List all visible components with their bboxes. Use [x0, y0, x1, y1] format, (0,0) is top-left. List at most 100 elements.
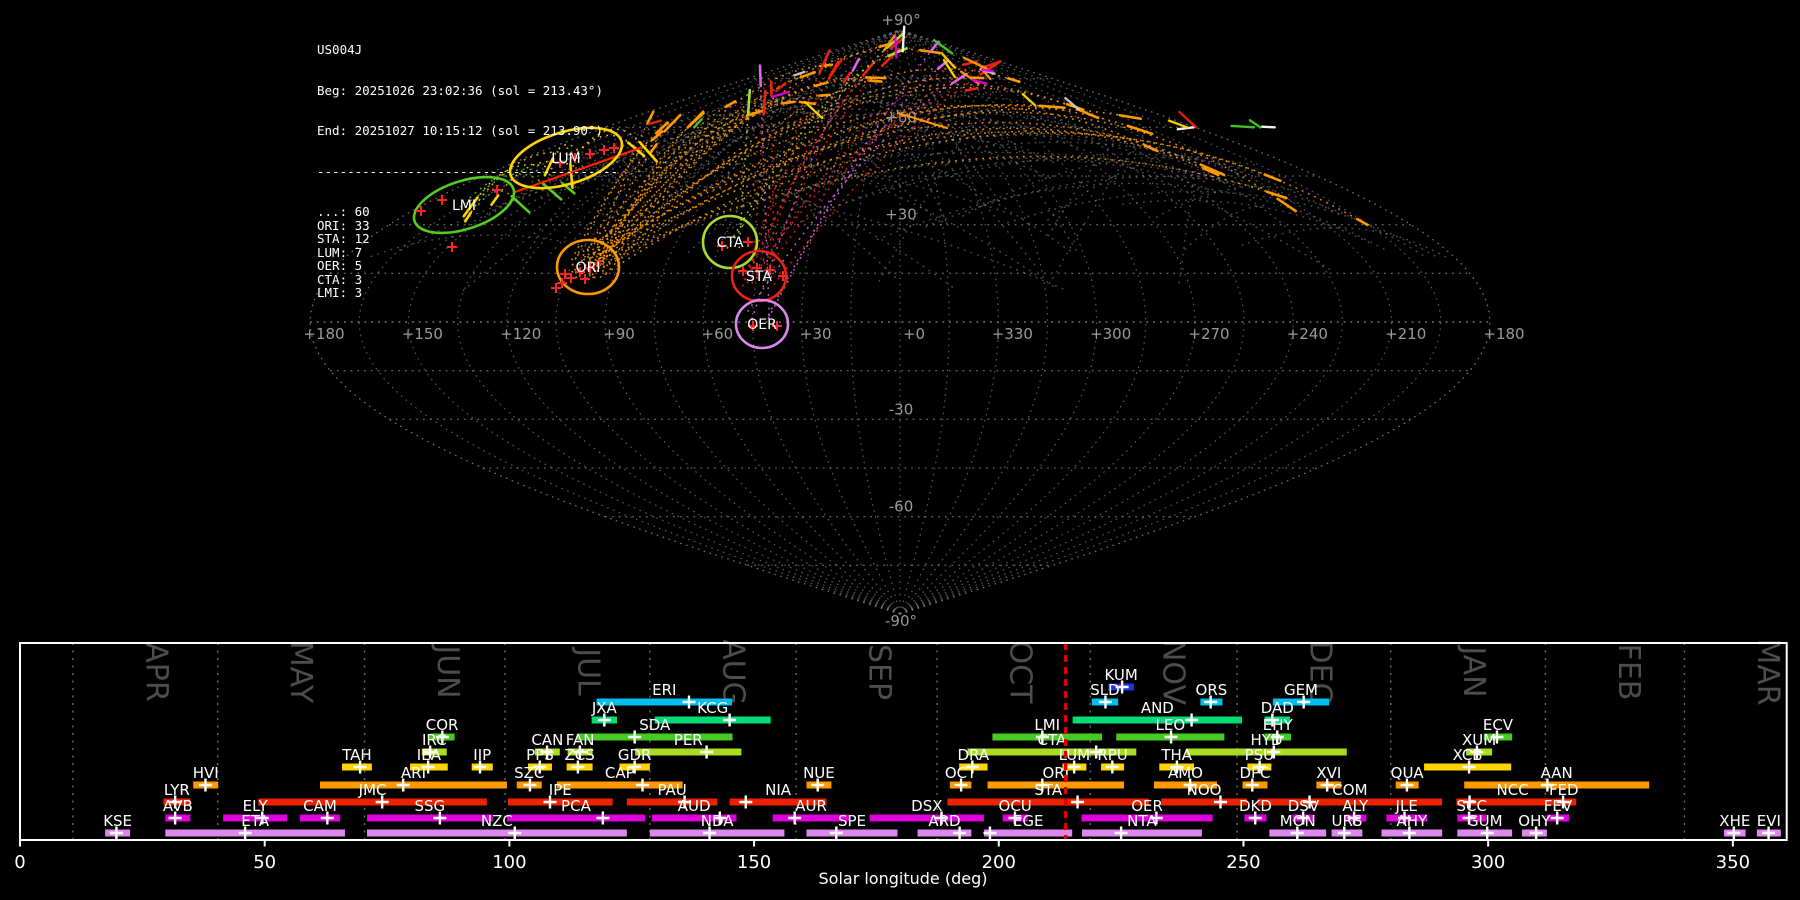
meteor-segment — [1230, 124, 1256, 129]
longitude-label: +180 — [1483, 325, 1524, 343]
sporadic-trail — [719, 98, 1331, 271]
timeline-bar-label-OHY: OHY — [1518, 812, 1551, 830]
timeline-bar-label-GEM: GEM — [1284, 681, 1318, 699]
timeline-bar-label-NDA: NDA — [701, 812, 735, 830]
sporadic-trail — [609, 97, 1055, 164]
sporadic-trail — [850, 75, 1036, 266]
timeline-bar-NOO — [1161, 798, 1247, 806]
timeline-bar-NTA — [1081, 829, 1202, 837]
timeline-bar-label-ZCS: ZCS — [564, 746, 594, 764]
meteor-segment — [1075, 107, 1100, 120]
longitude-label: +210 — [1385, 325, 1426, 343]
month-label: MAY — [283, 641, 318, 704]
latitude-label: -90° — [885, 612, 917, 630]
info-divider: ---------------------------------------- — [317, 163, 619, 179]
month-label: JUL — [570, 646, 605, 696]
x-tick-label: 150 — [737, 852, 771, 873]
sporadic-trail — [639, 110, 1225, 184]
shower-count-row: STA: 12 — [317, 231, 370, 246]
timeline-bar-label-AVB: AVB — [163, 797, 193, 815]
meteor-segment — [746, 88, 752, 116]
timeline-bar-CAM — [299, 814, 341, 822]
longitude-label: +60 — [702, 325, 734, 343]
meteor-segment — [1021, 92, 1037, 107]
shower-count-row: LMI: 3 — [317, 285, 363, 300]
end-time: End: 20251027 10:15:12 (sol = 213.90°) — [317, 123, 603, 138]
month-label: APR — [138, 642, 173, 701]
solar-longitude-timeline: Solar longitude (deg) APR MAY JUN JUL AUG SEP… — [14, 640, 1788, 888]
timeline-bar-ETA — [165, 829, 345, 837]
peak-marker-PCA — [596, 811, 610, 825]
trail-STA — [769, 67, 982, 266]
meteor-segment — [780, 100, 796, 105]
meteor-segment — [827, 58, 843, 81]
radiant-label-CTA: CTA — [717, 235, 744, 251]
month-label: MAR — [1750, 640, 1785, 706]
timeline-bar-label-CAM: CAM — [303, 797, 337, 815]
timeline-bar-label-NOO: NOO — [1187, 781, 1222, 799]
shower-bars: KUMERI SLD ORS GEMJXA KCG AND DADCOR SDA LMI LEO E… — [103, 666, 1781, 840]
meteor-segment — [964, 87, 979, 92]
sporadic-trail — [925, 176, 1427, 258]
peak-marker-AND — [1185, 713, 1199, 727]
meteor-activity-screen: { "info_panel": { "station": "US004J", "… — [0, 0, 1800, 900]
radiant-plus-mark — [743, 237, 753, 247]
month-label: AUG — [715, 640, 750, 705]
timeline-bar-label-ARD: ARD — [928, 812, 960, 830]
meteor-segment — [762, 89, 767, 116]
timeline-bar-label-NCC: NCC — [1497, 781, 1529, 799]
timeline-bar-label-KSE: KSE — [103, 812, 132, 830]
latitude-label: +30 — [885, 206, 917, 224]
x-tick-label: 350 — [1716, 852, 1750, 873]
peak-marker-ERI — [682, 695, 696, 709]
month-label: JAN — [1456, 644, 1491, 697]
timeline-bar-label-AAN: AAN — [1541, 764, 1573, 782]
longitude-label: +30 — [800, 325, 832, 343]
timeline-bar-label-SDA: SDA — [639, 716, 671, 734]
timeline-bar-label-CAP: CAP — [605, 764, 635, 782]
month-label: OCT — [1003, 641, 1038, 705]
meteor-segment — [893, 33, 898, 59]
meteor-segment — [1167, 119, 1189, 129]
longitude-label: +180 — [303, 325, 344, 343]
month-label: JUN — [430, 643, 465, 698]
radiant-group-OER: OER — [734, 298, 790, 350]
sporadic-trail — [1006, 190, 1438, 258]
trail-ORI — [594, 86, 1068, 261]
meteor-segment — [1260, 125, 1276, 129]
sporadic-trail — [670, 148, 896, 279]
meteor-segment — [1007, 77, 1021, 83]
sporadic-trail — [876, 182, 1387, 252]
timeline-bar-label-KCG: KCG — [697, 699, 728, 717]
x-tick-label: 100 — [492, 852, 526, 873]
timeline-bar-label-DRA: DRA — [958, 746, 990, 764]
timeline-bar-PCA — [506, 814, 645, 822]
sporadic-trail — [726, 134, 1206, 233]
x-tick-label: 300 — [1471, 852, 1505, 873]
timeline-bar-label-PER: PER — [674, 731, 703, 749]
x-tick-label: 50 — [253, 852, 276, 873]
sporadic-trail — [1241, 227, 1447, 258]
peak-marker-NIA — [739, 795, 753, 809]
timeline-bar-label-EGE: EGE — [1013, 812, 1044, 830]
month-label: SEP — [862, 644, 897, 700]
timeline-bar-label-NUE: NUE — [803, 764, 835, 782]
shower-count-row: ...: 60 — [317, 204, 370, 219]
timeline-bar-SSG — [366, 814, 493, 822]
peak-marker-NTA — [1114, 826, 1128, 840]
meteor-segment — [1038, 104, 1066, 109]
radiant-label-STA: STA — [746, 269, 772, 285]
meteor-segment — [793, 70, 806, 77]
timeline-bar-label-NIA: NIA — [765, 781, 792, 799]
meteor-segment — [867, 79, 883, 83]
x-axis-title: Solar longitude (deg) — [819, 869, 988, 888]
sporadic-trail — [1184, 204, 1265, 251]
timeline-bar-label-STA: STA — [1034, 781, 1063, 799]
meteor-segment — [647, 119, 663, 126]
meteor-segment — [1118, 113, 1143, 121]
trail-STA — [747, 47, 892, 277]
timeline-bar-label-SPE: SPE — [838, 812, 866, 830]
trail-STA — [744, 75, 831, 281]
radiant-label-OER: OER — [747, 317, 777, 333]
timeline-bar-NZC — [366, 829, 627, 837]
